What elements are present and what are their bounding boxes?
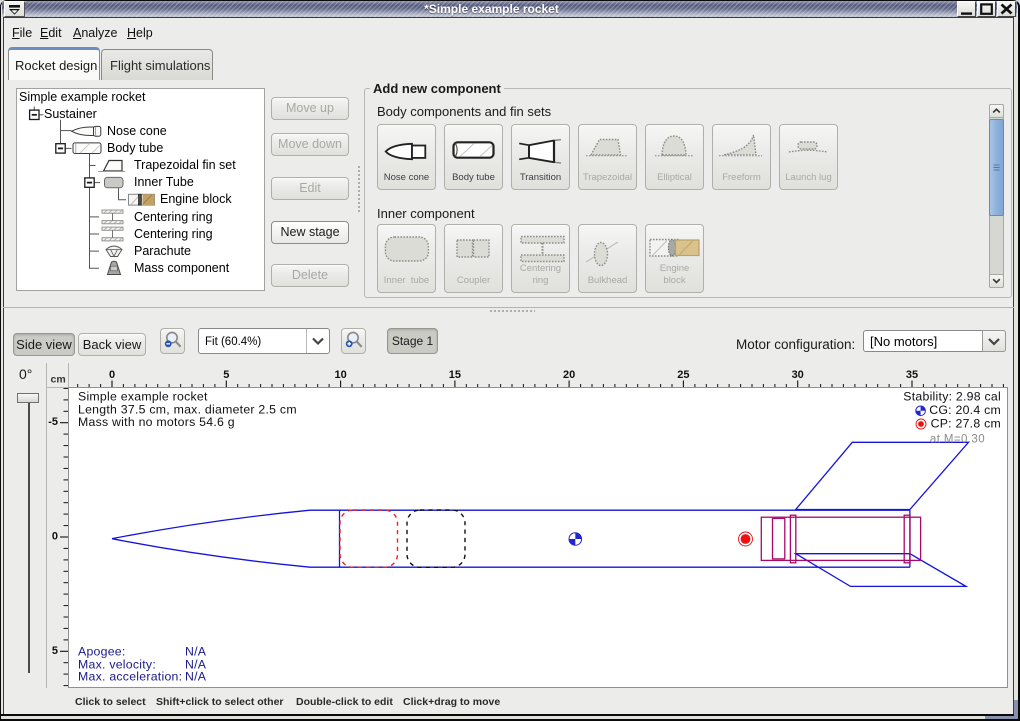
svg-text:5: 5 bbox=[52, 645, 58, 657]
svg-text:0: 0 bbox=[52, 531, 58, 543]
svg-text:CG: 20.4 cm: CG: 20.4 cm bbox=[929, 403, 1001, 417]
svg-text:25: 25 bbox=[677, 369, 689, 381]
svg-text:Mass with no motors 54.6 g: Mass with no motors 54.6 g bbox=[78, 415, 235, 429]
svg-text:Stability: 2.98 cal: Stability: 2.98 cal bbox=[903, 390, 1001, 404]
svg-text:10: 10 bbox=[334, 369, 346, 381]
svg-text:30: 30 bbox=[792, 369, 804, 381]
svg-text:at M=0.30: at M=0.30 bbox=[930, 434, 985, 446]
svg-text:20: 20 bbox=[563, 369, 575, 381]
svg-text:CP: 27.8 cm: CP: 27.8 cm bbox=[931, 416, 1001, 430]
svg-text:5: 5 bbox=[223, 369, 229, 381]
svg-text:15: 15 bbox=[449, 369, 461, 381]
svg-text:cm: cm bbox=[51, 374, 66, 386]
svg-text:N/A: N/A bbox=[185, 670, 207, 684]
svg-text:0: 0 bbox=[109, 369, 115, 381]
svg-text:Max. acceleration:: Max. acceleration: bbox=[78, 670, 182, 684]
svg-text:-5: -5 bbox=[48, 416, 58, 428]
svg-text:35: 35 bbox=[906, 369, 918, 381]
